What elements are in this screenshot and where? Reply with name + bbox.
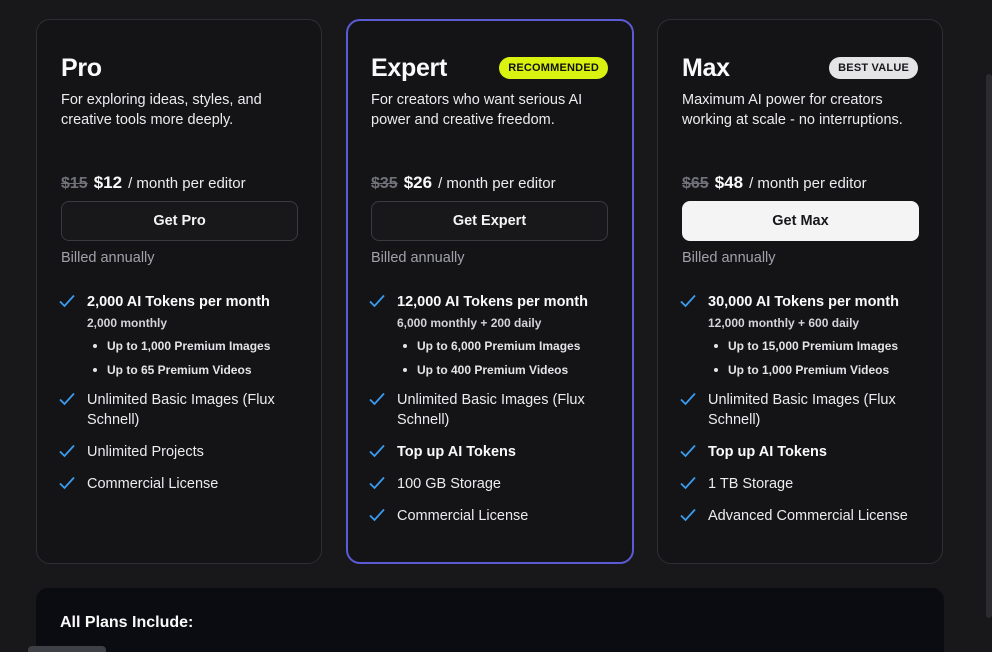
- feature-item: 12,000 AI Tokens per month 6,000 monthly…: [369, 292, 616, 386]
- bullet-list: Up to 6,000 Premium Images Up to 400 Pre…: [397, 338, 588, 378]
- plan-header: Expert RECOMMENDED: [371, 50, 608, 86]
- feature-tokens-sub: 2,000 monthly: [87, 316, 168, 330]
- bullet-list: Up to 15,000 Premium Images Up to 1,000 …: [708, 338, 899, 378]
- plan-header: Max BEST VALUE: [682, 50, 918, 86]
- feature-item: Unlimited Projects: [59, 442, 305, 462]
- check-icon: [369, 444, 389, 458]
- plan-card-max: Max BEST VALUE Maximum AI power for crea…: [657, 19, 943, 564]
- check-icon: [59, 476, 79, 490]
- plan-name: Expert: [371, 53, 448, 82]
- feature-item: Top up AI Tokens: [680, 442, 926, 462]
- feature-item: Top up AI Tokens: [369, 442, 616, 462]
- feature-item: 1 TB Storage: [680, 474, 926, 494]
- feature-item: 100 GB Storage: [369, 474, 616, 494]
- plan-card-expert: Expert RECOMMENDED For creators who want…: [346, 19, 634, 564]
- check-icon: [680, 444, 700, 458]
- feature-list: 12,000 AI Tokens per month 6,000 monthly…: [369, 292, 616, 538]
- plan-description: For exploring ideas, styles, and creativ…: [61, 92, 262, 128]
- feature-item: Commercial License: [59, 474, 305, 494]
- feature-tokens-sub: 12,000 monthly + 600 daily: [708, 316, 860, 330]
- feature-item: 2,000 AI Tokens per month 2,000 monthly …: [59, 292, 305, 386]
- bullet-item: Up to 1,000 Premium Images: [93, 338, 270, 354]
- price-unit: / month per editor: [438, 175, 556, 192]
- feature-tokens: 2,000 AI Tokens per month: [87, 294, 270, 310]
- old-price: $65: [682, 175, 709, 192]
- plan-card-pro: Pro For exploring ideas, styles, and cre…: [36, 19, 322, 564]
- check-icon: [680, 294, 700, 308]
- bullet-item: Up to 1,000 Premium Videos: [714, 362, 899, 378]
- scrollbar-track[interactable]: [986, 0, 992, 652]
- bullet-item: Up to 15,000 Premium Images: [714, 338, 899, 354]
- billing-note: Billed annually: [682, 250, 776, 266]
- get-pro-button[interactable]: Get Pro: [61, 201, 298, 241]
- feature-tokens: 12,000 AI Tokens per month: [397, 294, 588, 310]
- plan-price: $15 $12 / month per editor: [61, 173, 246, 193]
- price-unit: / month per editor: [128, 175, 246, 192]
- plan-name: Pro: [61, 53, 102, 82]
- bullet-item: Up to 6,000 Premium Images: [403, 338, 588, 354]
- feature-item: Commercial License: [369, 506, 616, 526]
- feature-item: Advanced Commercial License: [680, 506, 926, 526]
- feature-tokens: 30,000 AI Tokens per month: [708, 294, 899, 310]
- pricing-page: Pro For exploring ideas, styles, and cre…: [0, 0, 992, 652]
- all-plans-section: All Plans Include:: [36, 588, 944, 652]
- new-price: $12: [93, 173, 123, 192]
- plan-description: Maximum AI power for creators working at…: [682, 92, 903, 128]
- check-icon: [369, 508, 389, 522]
- plan-description: For creators who want serious AI power a…: [371, 92, 583, 128]
- check-icon: [680, 476, 700, 490]
- feature-item: Unlimited Basic Images (Flux Schnell): [59, 390, 305, 430]
- plan-name: Max: [682, 53, 730, 82]
- new-price: $26: [403, 173, 433, 192]
- all-plans-title: All Plans Include:: [60, 614, 194, 631]
- best-value-badge: BEST VALUE: [829, 57, 918, 79]
- bullet-item: Up to 400 Premium Videos: [403, 362, 588, 378]
- feature-list: 30,000 AI Tokens per month 12,000 monthl…: [680, 292, 926, 538]
- check-icon: [59, 294, 79, 308]
- check-icon: [369, 294, 389, 308]
- check-icon: [369, 392, 389, 406]
- bullet-item: Up to 65 Premium Videos: [93, 362, 270, 378]
- recommended-badge: RECOMMENDED: [499, 57, 608, 79]
- billing-note: Billed annually: [371, 250, 465, 266]
- plan-price: $65 $48 / month per editor: [682, 173, 867, 193]
- feature-item: 30,000 AI Tokens per month 12,000 monthl…: [680, 292, 926, 386]
- billing-note: Billed annually: [61, 250, 155, 266]
- plan-price: $35 $26 / month per editor: [371, 173, 556, 193]
- bottom-tab-edge: [28, 646, 106, 652]
- check-icon: [680, 508, 700, 522]
- old-price: $35: [371, 175, 398, 192]
- feature-list: 2,000 AI Tokens per month 2,000 monthly …: [59, 292, 305, 506]
- feature-item: Unlimited Basic Images (Flux Schnell): [369, 390, 616, 430]
- get-max-button[interactable]: Get Max: [682, 201, 919, 241]
- get-expert-button[interactable]: Get Expert: [371, 201, 608, 241]
- check-icon: [59, 392, 79, 406]
- price-unit: / month per editor: [749, 175, 867, 192]
- check-icon: [680, 392, 700, 406]
- old-price: $15: [61, 175, 88, 192]
- feature-tokens-sub: 6,000 monthly + 200 daily: [397, 316, 542, 330]
- check-icon: [369, 476, 389, 490]
- new-price: $48: [714, 173, 744, 192]
- check-icon: [59, 444, 79, 458]
- plan-header: Pro: [61, 50, 297, 86]
- scrollbar-thumb[interactable]: [986, 74, 992, 618]
- bullet-list: Up to 1,000 Premium Images Up to 65 Prem…: [87, 338, 270, 378]
- feature-item: Unlimited Basic Images (Flux Schnell): [680, 390, 926, 430]
